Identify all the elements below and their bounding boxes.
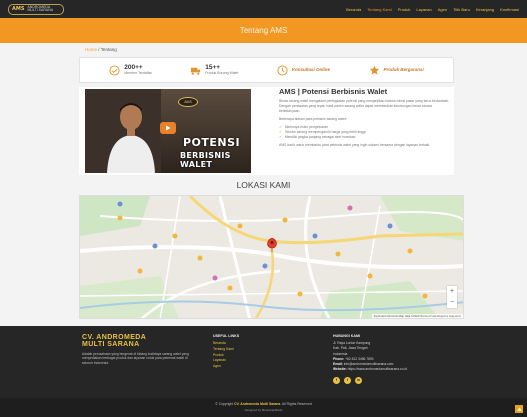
- stat-products: 15++ Produk Burung Walet: [190, 64, 239, 76]
- linkedin-icon[interactable]: in: [355, 376, 362, 384]
- footer-link-agen[interactable]: Agen: [213, 364, 293, 370]
- page-banner: Tentang AMS: [0, 18, 527, 43]
- nav-link-agen[interactable]: Agen: [438, 7, 447, 12]
- footer-links-heading: USEFUL LINKS: [213, 334, 240, 338]
- stat-guarantee-label: Produk Bergaransi: [383, 67, 424, 73]
- about-article: AMS | Potensi Berbisnis Walet Bisnis sar…: [279, 87, 454, 151]
- nav-link-layanan[interactable]: Layanan: [416, 7, 431, 12]
- nav-link-titik-baru[interactable]: Titik Baru: [453, 7, 470, 12]
- video-title-line1: POTENSI: [183, 136, 241, 149]
- article-paragraph-1: Bisnis sarang walet mengalami peningkata…: [279, 99, 450, 113]
- zoom-in-button[interactable]: +: [450, 288, 454, 295]
- about-section: AMS POTENSI BERBISNIS WALET AMS | Potens…: [79, 87, 454, 175]
- play-button[interactable]: [160, 122, 176, 134]
- breadcrumb-home[interactable]: Home: [85, 47, 97, 52]
- footer-brand-line2: MULTI SARANA: [82, 341, 140, 349]
- page: AMS ANDROMEDA MULTI SARANA Beranda Tenta…: [0, 0, 527, 417]
- nav-link-konfirmasi[interactable]: Konfirmasi: [500, 7, 519, 12]
- footer-description: Adalah perusahaan yang bergerak di bidan…: [82, 351, 189, 366]
- map-canvas[interactable]: [80, 196, 464, 319]
- stat-consultation: Konsultasi Online: [277, 64, 331, 76]
- location-map[interactable]: + − Keyboard shortcuts Map data ©2022 Te…: [79, 195, 464, 319]
- breadcrumb: Home / Tentang: [85, 47, 117, 52]
- stat-consultation-label: Konsultasi Online: [291, 67, 331, 73]
- nav-link-tentang[interactable]: Tentang Kami: [367, 7, 391, 12]
- handshake-icon: [109, 64, 120, 76]
- play-icon: [166, 125, 171, 131]
- footer-brand-line1: CV. ANDROMEDA: [82, 334, 147, 341]
- footer-about: CV. ANDROMEDA MULTI SARANA Adalah perusa…: [82, 334, 192, 366]
- copyright-bar: © Copyright CV. Andromeda Multi Sarana. …: [0, 398, 527, 417]
- zoom-out-button[interactable]: −: [450, 299, 454, 306]
- location-heading: LOKASI KAMI: [236, 180, 291, 190]
- stats-card: 200++ Member Terdaftar 15++ Produk Burun…: [79, 57, 454, 83]
- video-title-line2: BERBISNIS WALET: [180, 151, 231, 169]
- logo-name: ANDROMEDA MULTI SARANA: [27, 4, 54, 12]
- nav-links: Beranda Tentang Kami Produk Layanan Agen…: [346, 7, 519, 12]
- list-item: ✓ Memiliki jangka panjang sebagai aset in…: [279, 134, 356, 139]
- map-zoom-controls: + −: [447, 286, 457, 308]
- article-list: ✓ Minimnya risiko pengeluaran ✓ Tekstur sa…: [279, 125, 454, 140]
- site-footer: CV. ANDROMEDA MULTI SARANA Adalah perusa…: [0, 326, 527, 398]
- article-paragraph-2: Beberapa alasan para pebisnis sarang wal…: [279, 116, 347, 121]
- page-title: Tentang AMS: [239, 26, 288, 35]
- promo-video[interactable]: AMS POTENSI BERBISNIS WALET: [85, 89, 251, 173]
- stat-guarantee: Produk Bergaransi: [369, 65, 424, 76]
- footer-contact-heading: HUBUNGI KAMI: [333, 334, 360, 338]
- site-logo[interactable]: AMS ANDROMEDA MULTI SARANA: [8, 3, 64, 15]
- footer-links: USEFUL LINKS Beranda Tentang Kami Produk…: [213, 334, 293, 370]
- arrow-up-icon: [516, 406, 522, 411]
- badge-icon: [369, 65, 380, 76]
- footer-contact: HUBUNGI KAMI Jl. Raya Lontar Kampung Kab…: [333, 334, 453, 384]
- stat-members: 200++ Member Terdaftar: [109, 64, 152, 76]
- breadcrumb-current: Tentang: [100, 47, 117, 52]
- clock-icon: [277, 64, 288, 76]
- social-links: f t in: [333, 376, 453, 384]
- twitter-icon[interactable]: t: [344, 376, 351, 384]
- footer-website: Website: https://www.andromedamultisaran…: [333, 367, 407, 372]
- video-logo-badge: AMS: [178, 97, 198, 107]
- presenter-image: [107, 103, 155, 173]
- nav-link-keranjang[interactable]: Keranjang: [476, 7, 494, 12]
- back-to-top-button[interactable]: [515, 405, 523, 413]
- stat-members-label: Member Terdaftar: [124, 71, 152, 76]
- nav-link-beranda[interactable]: Beranda: [346, 7, 361, 12]
- nav-link-produk[interactable]: Produk: [398, 7, 411, 12]
- truck-icon: [190, 65, 201, 76]
- stat-products-label: Produk Burung Walet: [205, 71, 239, 76]
- logo-mark: AMS: [12, 6, 25, 12]
- article-title: AMS | Potensi Berbisnis Walet: [279, 87, 388, 96]
- copyright-text: © Copyright CV. Andromeda Multi Sarana. …: [215, 402, 312, 406]
- check-icon: ✓: [279, 134, 282, 139]
- facebook-icon[interactable]: f: [333, 376, 340, 384]
- designed-by[interactable]: Designed by BootstrapMade: [0, 408, 527, 412]
- article-paragraph-3: AMS hadir untuk membantu para pebisnis w…: [279, 143, 431, 148]
- map-credit[interactable]: Keyboard shortcuts Map data ©2022 Terms …: [371, 314, 463, 318]
- top-navbar: AMS ANDROMEDA MULTI SARANA Beranda Tenta…: [0, 0, 527, 18]
